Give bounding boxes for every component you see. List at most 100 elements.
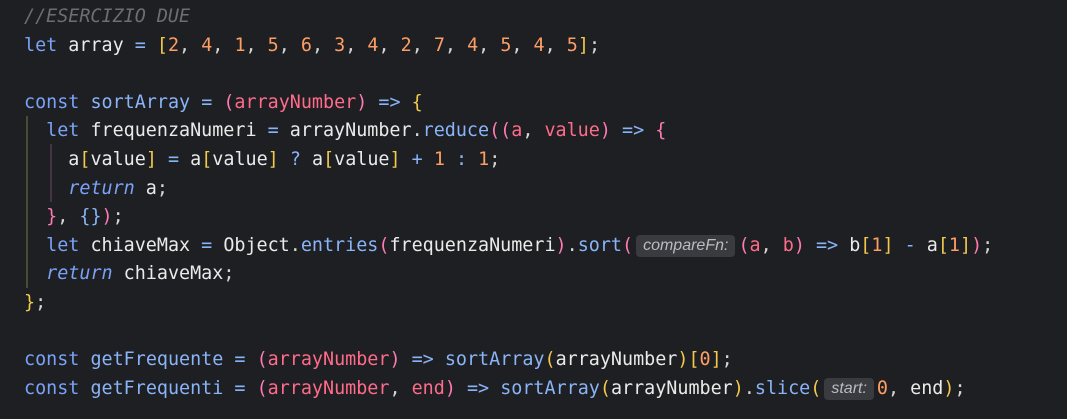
code-token: . xyxy=(743,377,755,399)
code-token: ; xyxy=(112,206,124,228)
code-token: arrayNumber xyxy=(234,91,357,113)
code-token: [ xyxy=(156,34,168,56)
code-token: - xyxy=(904,234,916,256)
code-token: sortArray xyxy=(444,349,545,371)
code-token: value xyxy=(90,149,146,170)
code-token: arrayNumber xyxy=(267,377,390,399)
code-token: ; xyxy=(156,177,168,199)
code-token: ] xyxy=(710,349,722,371)
code-token: frequenzaNumeri xyxy=(79,120,268,142)
code-token: ; xyxy=(35,292,47,313)
code-token: getFrequente xyxy=(90,349,224,371)
code-token: reduce xyxy=(422,120,490,142)
code-token: , xyxy=(887,377,911,399)
code-token: //ESERCIZIO DUE xyxy=(24,6,191,27)
code-token: = xyxy=(167,149,180,170)
code-token: ; xyxy=(982,234,994,256)
code-line[interactable]: const getFrequente = (arrayNumber) => so… xyxy=(24,346,733,374)
code-line[interactable]: return chiaveMax; xyxy=(24,260,234,288)
code-token: => xyxy=(466,377,490,399)
code-line[interactable]: let frequenzaNumeri = arrayNumber.reduce… xyxy=(24,117,666,145)
code-token: [ xyxy=(201,149,213,170)
code-token: ) xyxy=(732,377,744,399)
code-token: ( xyxy=(738,234,750,256)
code-token: ( xyxy=(223,91,235,113)
code-line[interactable]: let array = [2, 4, 1, 5, 6, 3, 4, 2, 7, … xyxy=(24,32,600,60)
code-line[interactable]: const getFrequenti = (arrayNumber, end) … xyxy=(24,375,966,403)
code-token: ( xyxy=(810,377,822,399)
code-token: arrayNumber xyxy=(610,377,733,399)
code-token: let xyxy=(46,120,80,142)
code-token: slice xyxy=(754,377,811,399)
code-line[interactable]: }; xyxy=(24,289,46,317)
code-token: ; xyxy=(588,34,601,56)
code-token: ( xyxy=(500,120,512,142)
code-token: ) xyxy=(971,234,983,256)
code-line[interactable]: }, {}); xyxy=(24,203,124,231)
code-token: 7 xyxy=(433,34,445,56)
code-token: => xyxy=(411,349,434,371)
code-token: 1 xyxy=(234,34,246,56)
code-token: 4 xyxy=(467,34,479,56)
code-token: a xyxy=(511,120,523,142)
code-line[interactable]: //ESERCIZIO DUE xyxy=(24,3,190,31)
code-token: chiaveMax xyxy=(112,263,224,285)
code-token: 2 xyxy=(167,34,180,56)
code-token: value xyxy=(334,149,390,170)
code-token: return xyxy=(46,263,113,285)
code-token: } xyxy=(46,206,58,228)
code-editor[interactable]: //ESERCIZIO DUE let array = [2, 4, 1, 5, … xyxy=(0,0,1067,419)
code-token: 5 xyxy=(566,34,578,56)
code-token: , xyxy=(57,206,80,228)
code-token: ] xyxy=(267,149,279,170)
code-token: => xyxy=(378,91,401,113)
code-line[interactable]: let chiaveMax = Object.entries(frequenza… xyxy=(24,232,993,260)
code-token: ( xyxy=(256,377,268,399)
code-token: ) xyxy=(101,206,113,228)
code-token: ) xyxy=(356,91,368,113)
code-token: ( xyxy=(378,234,390,256)
code-token: } xyxy=(24,292,36,313)
code-line[interactable]: a[value] = a[value] ? a[value] + 1 : 1; xyxy=(24,146,500,174)
code-line[interactable]: const sortArray = (arrayNumber) => { xyxy=(24,89,423,117)
code-token: . xyxy=(289,234,301,256)
code-line[interactable]: return a; xyxy=(24,175,168,203)
code-token: , xyxy=(444,34,468,56)
code-token: frequenzaNumeri xyxy=(389,234,556,256)
code-token: return xyxy=(68,177,135,199)
code-token: , xyxy=(411,34,434,56)
code-token: value xyxy=(544,120,600,142)
code-token: { xyxy=(411,91,423,113)
code-token: = xyxy=(134,34,146,56)
code-token: ) xyxy=(793,234,805,256)
code-token: arrayNumber xyxy=(555,349,678,371)
code-token: a xyxy=(190,149,202,170)
code-token: value xyxy=(212,149,268,170)
inlay-hint: compareFn: xyxy=(636,234,736,257)
code-token: , xyxy=(760,234,783,256)
code-token: ? xyxy=(289,149,301,170)
code-token: ) xyxy=(555,234,567,256)
code-token: arrayNumber xyxy=(278,120,412,142)
code-token: = xyxy=(234,377,246,399)
code-token: , xyxy=(311,34,335,56)
code-token: = xyxy=(267,120,279,142)
